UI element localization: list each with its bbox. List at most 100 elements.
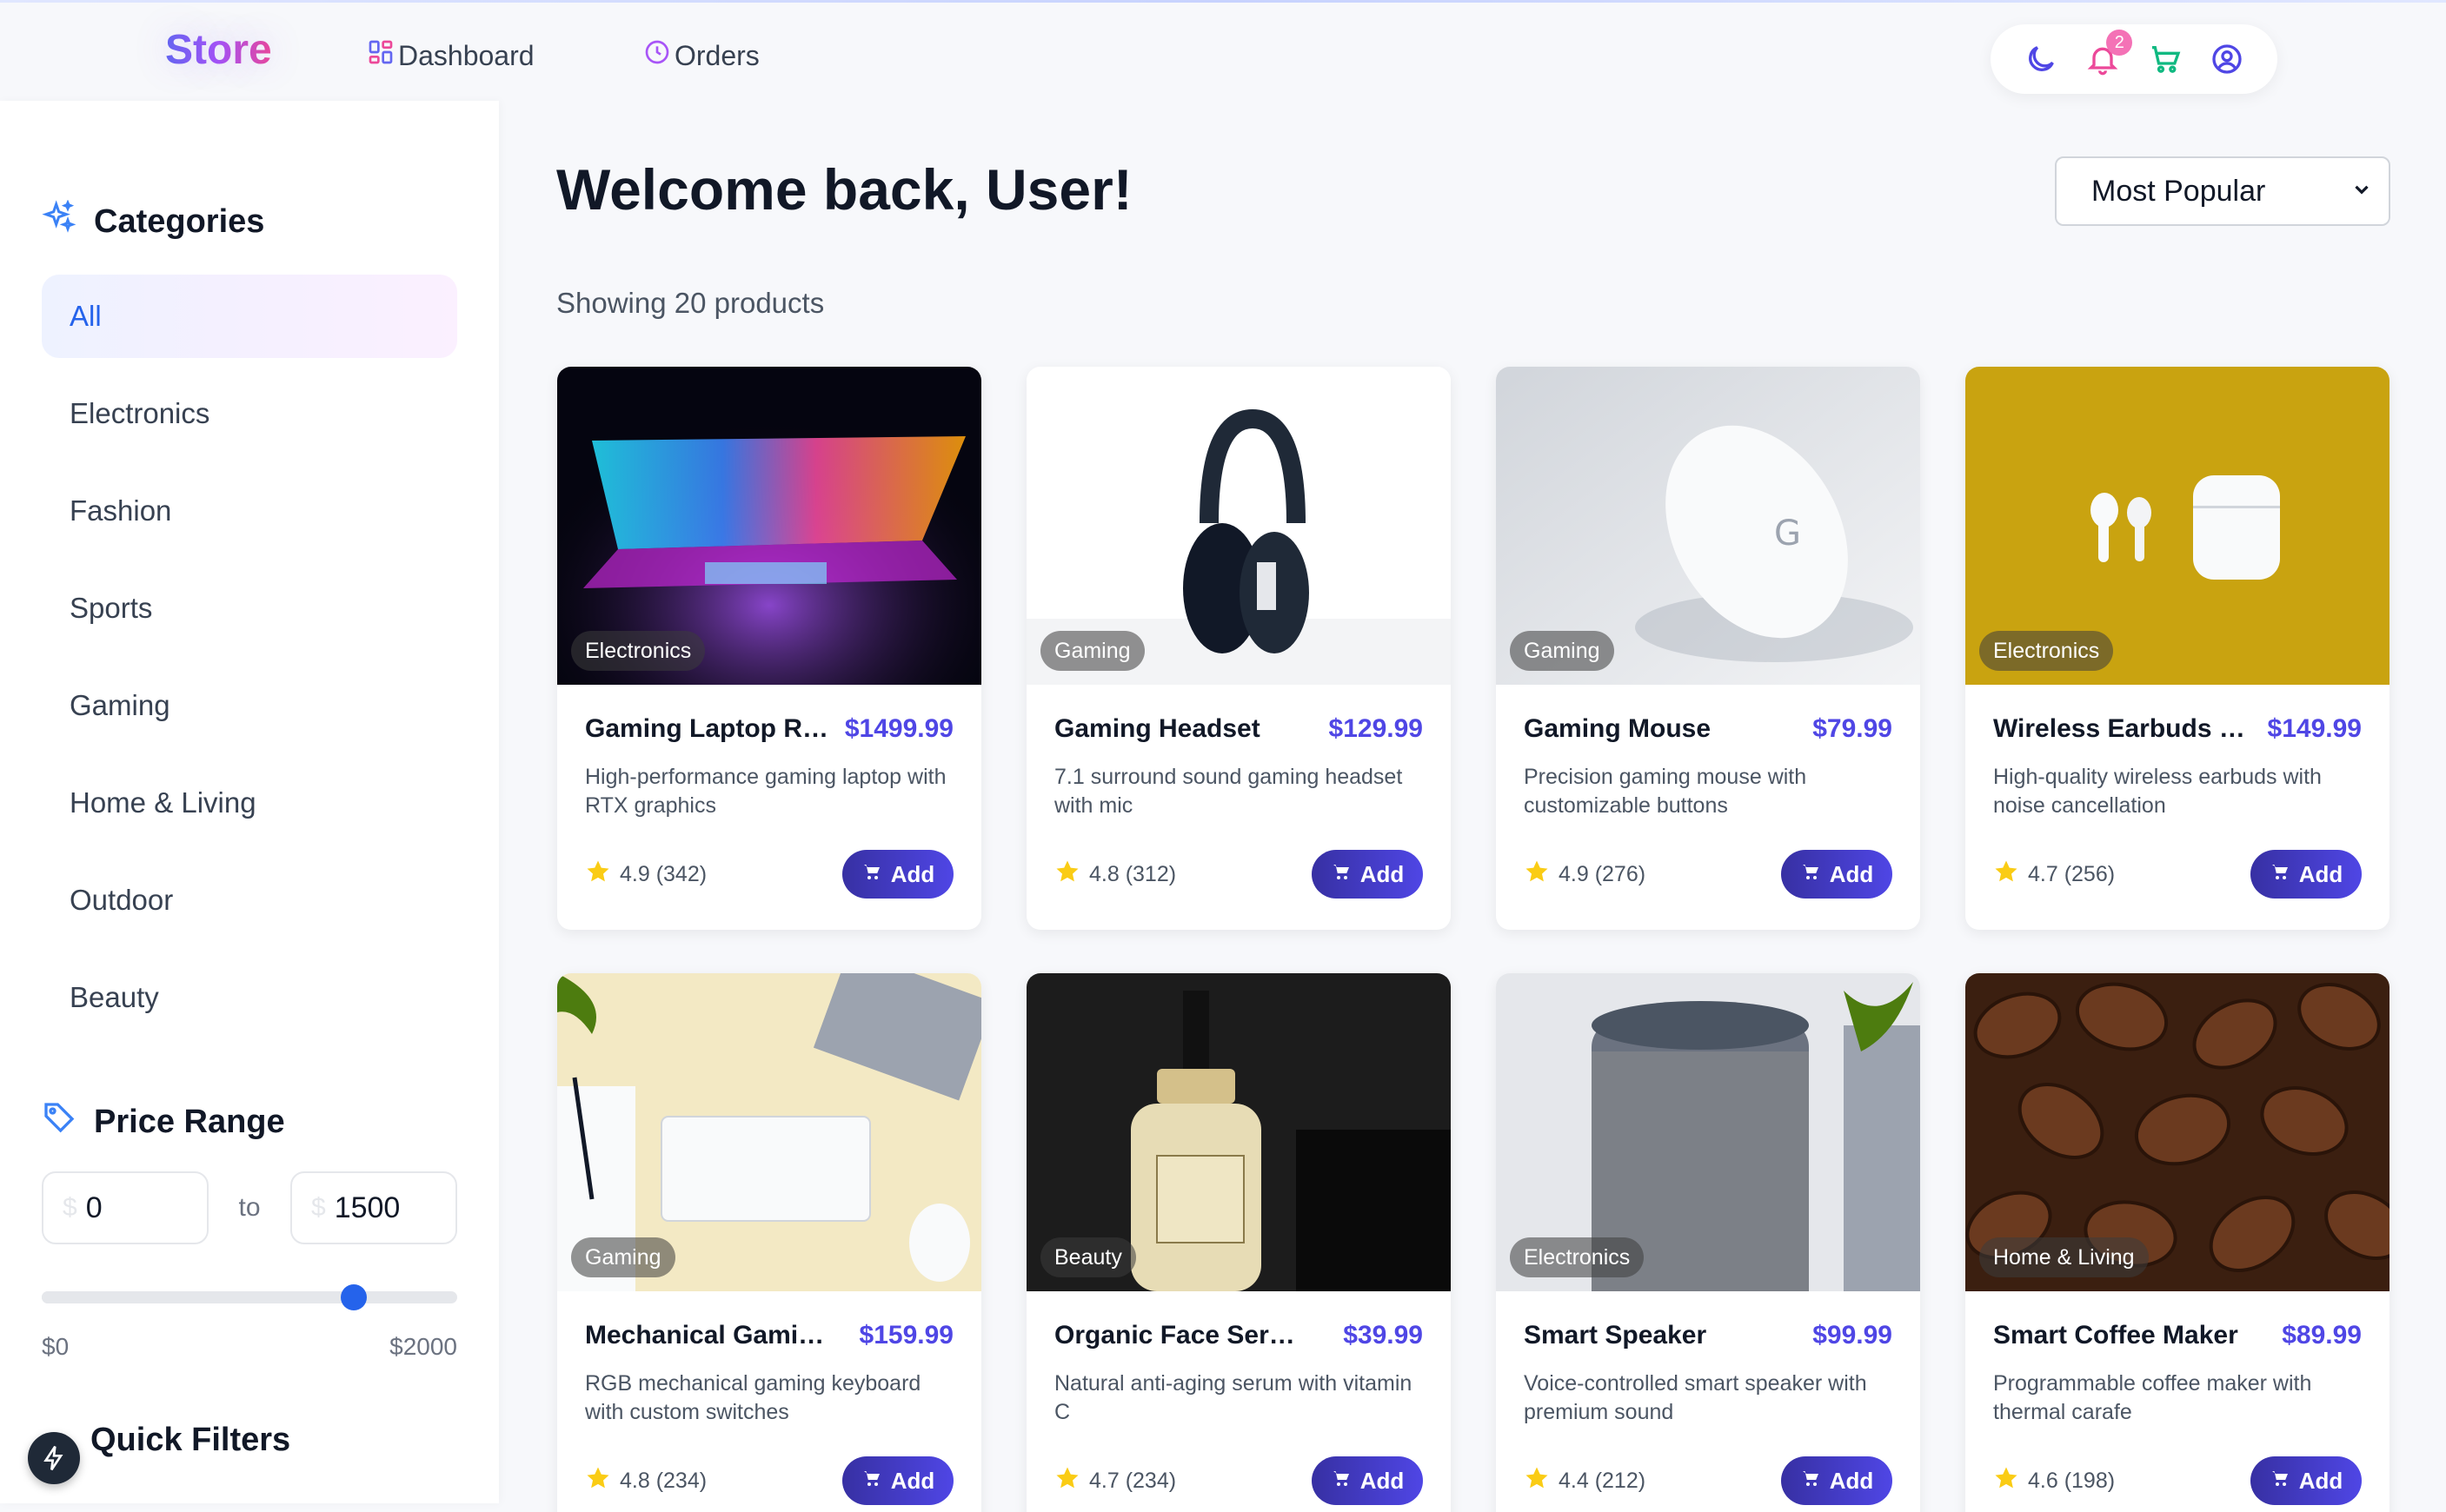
product-card[interactable]: G Gaming Gaming Mouse $79.99 Precision g… <box>1496 367 1920 930</box>
price-slider-thumb[interactable] <box>340 1284 367 1310</box>
product-name[interactable]: Gaming Headset <box>1054 714 1260 744</box>
product-rating: 4.7 (234) <box>1054 1465 1176 1497</box>
category-sports[interactable]: Sports <box>42 567 457 650</box>
product-description: Voice-controlled smart speaker with prem… <box>1524 1371 1867 1424</box>
product-card[interactable]: Home & Living Smart Coffee Maker $89.99 … <box>1965 973 2390 1512</box>
product-image: G Gaming <box>1496 367 1920 685</box>
star-icon <box>585 1465 611 1497</box>
product-card[interactable]: Beauty Organic Face Serum $39.99 Natural… <box>1027 973 1451 1512</box>
product-image: Gaming <box>557 973 981 1291</box>
product-description: High-quality wireless earbuds with noise… <box>1993 765 2322 818</box>
product-card[interactable]: Electronics Smart Speaker $99.99 Voice-c… <box>1496 973 1920 1512</box>
product-name[interactable]: Organic Face Serum <box>1054 1321 1306 1350</box>
sparkles-icon <box>42 199 76 243</box>
star-icon <box>1524 859 1550 891</box>
price-range-heading: Price Range <box>42 1100 285 1144</box>
price-inputs: $ 0 to $ 1500 <box>42 1171 457 1244</box>
nav-dashboard[interactable]: Dashboard <box>367 38 535 73</box>
star-icon <box>1524 1465 1550 1497</box>
product-count: Showing 20 products <box>556 287 825 319</box>
category-fashion[interactable]: Fashion <box>42 469 457 553</box>
price-range-labels: $0 $2000 <box>42 1333 457 1361</box>
price-min-input[interactable]: $ 0 <box>42 1171 209 1244</box>
add-label: Add <box>890 1467 935 1494</box>
product-category-chip: Gaming <box>1040 631 1145 671</box>
product-name[interactable]: Gaming Mouse <box>1524 714 1711 744</box>
product-rating: 4.9 (276) <box>1524 859 1645 891</box>
product-rating-value: 4.6 (198) <box>2028 1468 2116 1493</box>
categories-heading: Categories <box>42 199 265 243</box>
sort-select[interactable]: Most Popular <box>2055 156 2390 226</box>
add-to-cart-button[interactable]: Add <box>2250 1456 2362 1505</box>
product-image: Home & Living <box>1965 973 2390 1291</box>
chevron-down-icon <box>2350 175 2373 209</box>
price-slider[interactable] <box>42 1284 457 1310</box>
product-description: Programmable coffee maker with thermal c… <box>1993 1371 2312 1424</box>
add-label: Add <box>890 860 935 887</box>
category-gaming[interactable]: Gaming <box>42 664 457 747</box>
product-card[interactable]: Electronics Wireless Earbuds Pro $149.99… <box>1965 367 2390 930</box>
star-icon <box>1993 1465 2019 1497</box>
nav-orders-label: Orders <box>675 39 760 71</box>
add-to-cart-button[interactable]: Add <box>1781 850 1892 899</box>
bolt-icon[interactable] <box>28 1432 80 1484</box>
cart-icon <box>2270 1468 2290 1495</box>
add-to-cart-button[interactable]: Add <box>1312 1456 1423 1505</box>
product-price: $159.99 <box>859 1321 954 1350</box>
category-all[interactable]: All <box>42 275 457 358</box>
moon-icon[interactable] <box>2022 40 2060 78</box>
product-price: $79.99 <box>1812 714 1892 743</box>
range-min-label: $0 <box>42 1333 70 1360</box>
product-image: Beauty <box>1027 973 1451 1291</box>
dollar-icon: $ <box>311 1193 326 1222</box>
add-to-cart-button[interactable]: Add <box>842 850 954 899</box>
product-category-chip: Home & Living <box>1979 1237 2149 1277</box>
product-name[interactable]: Gaming Laptop RT... <box>585 714 836 744</box>
product-rating-value: 4.7 (256) <box>2028 861 2116 886</box>
add-to-cart-button[interactable]: Add <box>1781 1456 1892 1505</box>
price-min-value: 0 <box>85 1190 103 1224</box>
add-label: Add <box>1829 860 1874 887</box>
product-card[interactable]: Gaming Mechanical Gaming... $159.99 RGB … <box>557 973 981 1512</box>
price-max-input[interactable]: $ 1500 <box>290 1171 457 1244</box>
categories-title: Categories <box>94 202 265 240</box>
product-price: $99.99 <box>1812 1321 1892 1350</box>
price-max-value: 1500 <box>334 1190 401 1224</box>
nav-orders[interactable]: Orders <box>643 38 760 73</box>
product-price: $89.99 <box>2282 1321 2362 1350</box>
add-to-cart-button[interactable]: Add <box>842 1456 954 1505</box>
category-home-living[interactable]: Home & Living <box>42 761 457 845</box>
cart-icon[interactable] <box>2146 40 2184 78</box>
dollar-icon: $ <box>63 1193 77 1222</box>
product-rating: 4.6 (198) <box>1993 1465 2115 1497</box>
product-description: High-performance gaming laptop with RTX … <box>585 765 947 818</box>
product-category-chip: Gaming <box>1510 631 1614 671</box>
add-label: Add <box>1359 1467 1405 1494</box>
quick-filters-title: Quick Filters <box>90 1422 291 1458</box>
product-category-chip: Electronics <box>1510 1237 1645 1277</box>
add-label: Add <box>2298 1467 2343 1494</box>
category-outdoor[interactable]: Outdoor <box>42 859 457 942</box>
bell-icon[interactable]: 2 <box>2084 30 2133 78</box>
product-name[interactable]: Wireless Earbuds Pro <box>1993 714 2245 744</box>
add-to-cart-button[interactable]: Add <box>2250 850 2362 899</box>
price-to-label: to <box>238 1193 261 1222</box>
cart-icon <box>1800 861 1821 888</box>
product-category-chip: Electronics <box>571 631 706 671</box>
product-rating-value: 4.8 (234) <box>620 1468 708 1493</box>
product-price: $1499.99 <box>844 714 954 743</box>
store-logo[interactable]: Store <box>165 26 272 74</box>
product-card[interactable]: Gaming Gaming Headset $129.99 7.1 surrou… <box>1027 367 1451 930</box>
product-name[interactable]: Smart Speaker <box>1524 1321 1706 1350</box>
product-card[interactable]: Electronics Gaming Laptop RT... $1499.99… <box>557 367 981 930</box>
product-name[interactable]: Mechanical Gaming... <box>585 1321 837 1350</box>
category-electronics[interactable]: Electronics <box>42 372 457 455</box>
cart-icon <box>1800 1468 1821 1495</box>
product-rating-value: 4.9 (342) <box>620 861 708 886</box>
add-to-cart-button[interactable]: Add <box>1312 850 1423 899</box>
product-rating-value: 4.8 (312) <box>1089 861 1177 886</box>
user-icon[interactable] <box>2208 40 2246 78</box>
product-name[interactable]: Smart Coffee Maker <box>1993 1321 2238 1350</box>
svg-text:G: G <box>1774 514 1801 554</box>
category-beauty[interactable]: Beauty <box>42 956 457 1039</box>
